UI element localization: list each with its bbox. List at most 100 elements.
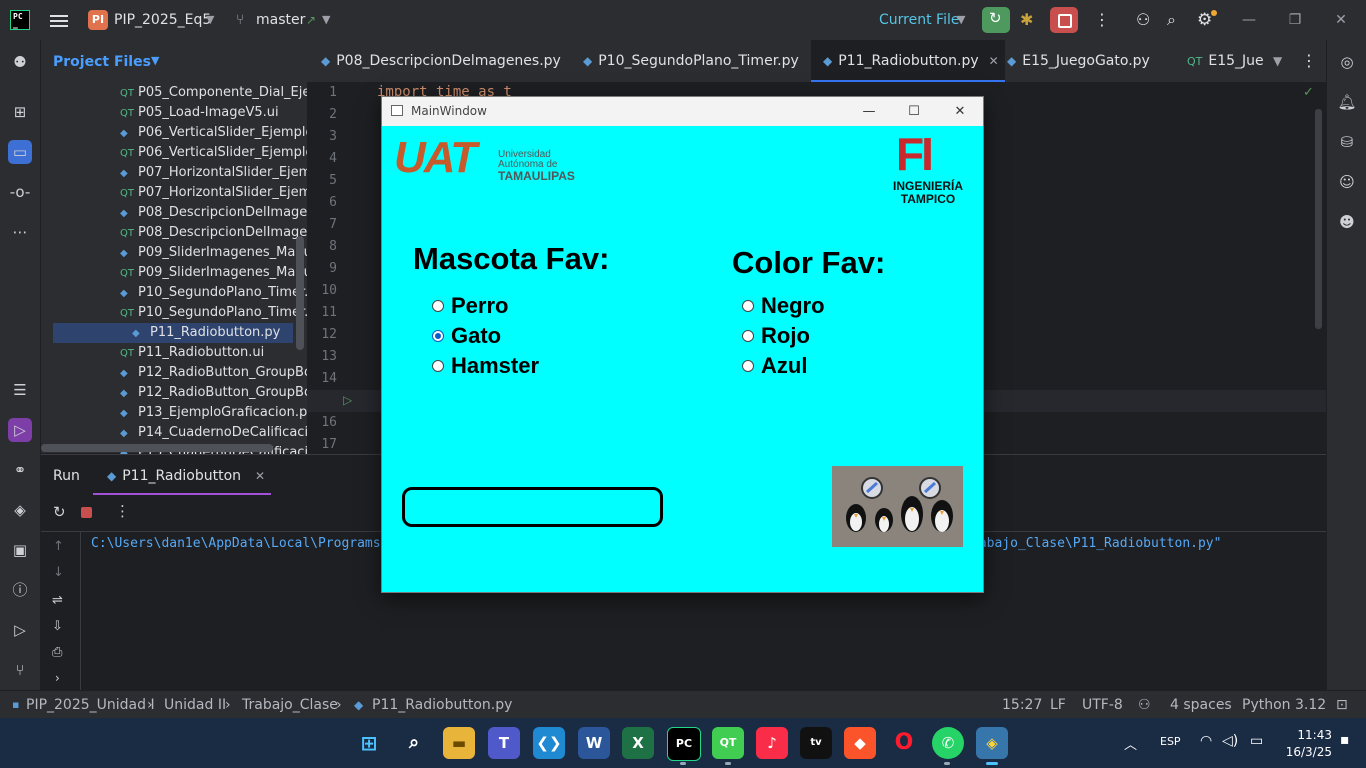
project-badge[interactable]: PI: [88, 10, 108, 30]
file-explorer-icon[interactable]: ▬: [443, 727, 475, 759]
tree-item[interactable]: ◆ P06_VerticalSlider_Ejemplo: [41, 123, 307, 143]
run-tool-icon[interactable]: ▷: [8, 418, 32, 442]
radio-gato[interactable]: Gato: [432, 323, 592, 349]
layers-icon[interactable]: ◈: [8, 498, 32, 522]
tree-item[interactable]: ◆ P12_RadioButton_GroupBox: [41, 363, 307, 383]
branch-name[interactable]: master: [256, 0, 305, 40]
breadcrumb-item[interactable]: Unidad II: [164, 691, 226, 719]
tree-item[interactable]: ◆ P10_SegundoPlano_Timer.py: [41, 283, 307, 303]
rerun-icon[interactable]: ↻: [53, 503, 66, 521]
assistant-face-icon[interactable]: ☺: [1335, 170, 1359, 194]
language-indicator[interactable]: ESP: [1160, 735, 1181, 748]
tab-p08[interactable]: ◆ P08_DescripcionDelmagenes.py: [321, 40, 561, 82]
radio-azul[interactable]: Azul: [742, 353, 902, 379]
python-icon[interactable]: ◈: [976, 727, 1008, 759]
tree-item[interactable]: QT P06_VerticalSlider_Ejemplo: [41, 143, 307, 163]
teams-icon[interactable]: T: [488, 727, 520, 759]
ai-assistant-icon[interactable]: ⚉: [8, 50, 32, 74]
notifications-bell-icon[interactable]: 🔔︎: [1335, 90, 1359, 114]
chevron-right-icon[interactable]: ›: [55, 671, 60, 685]
structure-icon[interactable]: ⊞: [8, 100, 32, 124]
opera-icon[interactable]: O: [888, 727, 920, 759]
more-vertical-icon[interactable]: ⋮: [1301, 40, 1317, 82]
problems-icon[interactable]: ⓘ: [8, 578, 32, 602]
breadcrumb-item[interactable]: PIP_2025_Unidad I: [26, 691, 155, 719]
tree-item[interactable]: QT P05_Componente_Dial_Ejemplo: [41, 83, 307, 103]
radio-circle[interactable]: [742, 360, 754, 372]
terminal-icon[interactable]: ▣: [8, 538, 32, 562]
tree-item[interactable]: QT P11_Radiobutton.ui: [41, 343, 307, 363]
radio-circle[interactable]: [432, 300, 444, 312]
chevron-down-icon[interactable]: ▼: [957, 0, 965, 40]
line-separator[interactable]: LF: [1050, 691, 1066, 719]
tab-p10[interactable]: ◆ P10_SegundoPlano_Timer.py: [583, 40, 799, 82]
radio-circle[interactable]: [742, 300, 754, 312]
services-icon[interactable]: ▷: [8, 618, 32, 642]
gear-icon[interactable]: ⚙: [1197, 0, 1212, 40]
tree-item[interactable]: ◆ P07_HorizontalSlider_Ejemplo: [41, 163, 307, 183]
chevron-down-icon[interactable]: ▼: [206, 0, 214, 40]
python-interpreter[interactable]: Python 3.12: [1242, 691, 1326, 719]
print-icon[interactable]: ⎙: [52, 645, 62, 660]
window-title-bar[interactable]: MainWindow — ☐ ✕: [382, 97, 983, 126]
scroll-up-icon[interactable]: ↑: [53, 539, 64, 554]
tree-item[interactable]: ◆ P13_EjemploGraficacion.py: [41, 403, 307, 423]
radio-circle-checked[interactable]: [432, 330, 444, 342]
stop-icon[interactable]: [81, 507, 92, 518]
scroll-to-end-icon[interactable]: ⇩: [52, 619, 63, 634]
brave-icon[interactable]: ◆: [844, 727, 876, 759]
minimize-icon[interactable]: —: [1226, 0, 1272, 40]
apple-tv-icon[interactable]: tv: [800, 727, 832, 759]
soft-wrap-icon[interactable]: ⇌: [52, 593, 63, 608]
close-tab-icon[interactable]: ✕: [255, 469, 265, 483]
run-configuration[interactable]: Current File: [879, 0, 959, 40]
tree-item[interactable]: QT P10_SegundoPlano_Timer.ui: [41, 303, 307, 323]
chevron-down-icon[interactable]: ▼: [151, 54, 159, 67]
whatsapp-icon[interactable]: ✆: [932, 727, 964, 759]
vscode-icon[interactable]: ❮❯: [533, 727, 565, 759]
git-icon[interactable]: ⑂: [8, 658, 32, 682]
tree-item[interactable]: ◆ P09_SliderImagenes_Manual: [41, 243, 307, 263]
music-icon[interactable]: ♪: [756, 727, 788, 759]
search-icon[interactable]: ⌕: [1167, 0, 1176, 40]
rerun-button[interactable]: ↻: [982, 7, 1010, 33]
tree-scrollbar[interactable]: [296, 236, 304, 350]
scroll-down-icon[interactable]: ↓: [53, 565, 64, 580]
main-menu-icon[interactable]: [50, 12, 68, 28]
tree-item[interactable]: ◆ P14_CuadernoDeCalificaciones: [41, 423, 307, 443]
breadcrumb-item[interactable]: P11_Radiobutton.py: [372, 691, 512, 719]
indent-setting[interactable]: 4 spaces: [1170, 691, 1232, 719]
more-tools-icon[interactable]: ⋯: [8, 220, 32, 244]
tab-e15-ui[interactable]: QT E15_Jue: [1187, 40, 1267, 82]
windows-start-icon[interactable]: ⊞: [353, 727, 385, 759]
tree-item[interactable]: ◆ P08_DescripcionDelImagenes: [41, 203, 307, 223]
radio-perro[interactable]: Perro: [432, 293, 592, 319]
word-icon[interactable]: W: [578, 727, 610, 759]
search-icon[interactable]: ⌕: [398, 727, 430, 759]
chevron-down-icon[interactable]: ▼: [322, 0, 330, 40]
editor-scrollbar[interactable]: [1315, 109, 1322, 329]
notification-icon[interactable]: ▪: [1340, 732, 1350, 748]
tab-p11[interactable]: ◆ P11_Radiobutton.py ✕: [811, 40, 1005, 82]
assistant-alt-icon[interactable]: ☻: [1335, 210, 1359, 234]
minimize-icon[interactable]: —: [846, 97, 892, 126]
close-icon[interactable]: ✕: [1318, 0, 1364, 40]
tree-item[interactable]: ◆ P12_RadioButton_GroupBox: [41, 383, 307, 403]
more-vertical-icon[interactable]: ⋮: [1094, 0, 1110, 40]
tab-e15[interactable]: ◆ E15_JuegoGato.py: [1007, 40, 1150, 82]
copilot-swirl-icon[interactable]: ◎: [1335, 50, 1359, 74]
commit-icon[interactable]: -o-: [8, 180, 32, 204]
radio-rojo[interactable]: Rojo: [742, 323, 902, 349]
tree-horizontal-scrollbar[interactable]: [41, 444, 273, 452]
project-name[interactable]: PIP_2025_Eq5: [114, 0, 211, 40]
battery-icon[interactable]: ▭: [1250, 733, 1263, 749]
tree-item[interactable]: QT P07_HorizontalSlider_Ejemplo: [41, 183, 307, 203]
clock-date[interactable]: 16/3/25: [1276, 745, 1332, 759]
tree-item[interactable]: QT P09_SliderImagenes_Manual: [41, 263, 307, 283]
excel-icon[interactable]: X: [622, 727, 654, 759]
radio-circle[interactable]: [432, 360, 444, 372]
tree-item[interactable]: ◆ P11_Radiobutton.py: [53, 323, 293, 343]
database-icon[interactable]: ⛁: [1335, 130, 1359, 154]
radio-hamster[interactable]: Hamster: [432, 353, 592, 379]
tree-item[interactable]: QT P05_Load-ImageV5.ui: [41, 103, 307, 123]
